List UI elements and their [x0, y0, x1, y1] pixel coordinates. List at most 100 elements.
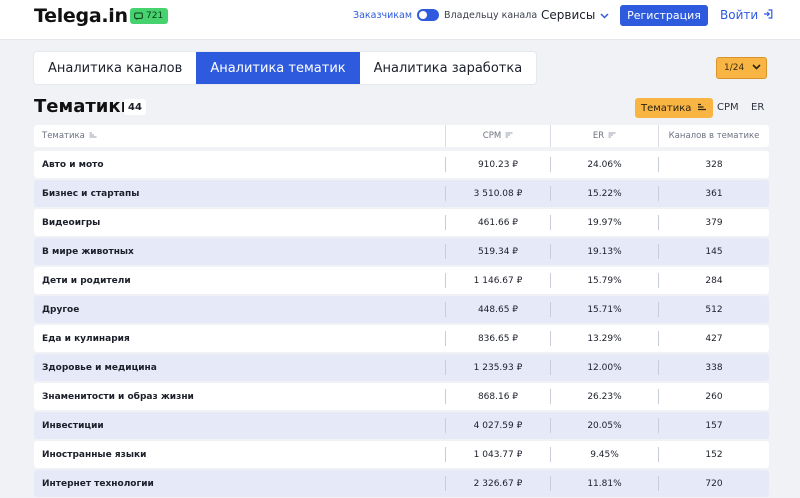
er-cell: 11.81% — [550, 476, 658, 491]
cpm-cell: 1 146.67 ₽ — [445, 273, 550, 288]
analytics-tabs: Аналитика каналов Аналитика тематик Анал… — [34, 52, 537, 84]
channels-count-cell: 284 — [658, 273, 769, 288]
topic-name-cell[interactable]: Иностранные языки — [34, 450, 445, 460]
services-menu[interactable]: Сервисы — [541, 8, 609, 22]
table-row[interactable]: Здоровье и медицина 1 235.93 ₽12.00% 338 — [34, 354, 769, 381]
sort-lines-icon — [89, 131, 97, 141]
topic-name-cell[interactable]: Другое — [34, 305, 445, 315]
sort-by-topic-button[interactable]: Тематика — [635, 98, 714, 118]
cpm-cell: 448.65 ₽ — [445, 302, 550, 317]
role-switch: Заказчикам Владельцу канала — [353, 9, 537, 21]
column-header-cpm-label: CPM — [482, 131, 502, 141]
channels-count-cell: 145 — [658, 244, 769, 259]
table-row[interactable]: Авто и мото 910.23 ₽24.06% 328 — [34, 151, 769, 178]
column-header-topic-label: Тематика — [42, 131, 85, 141]
topic-name-cell[interactable]: Авто и мото — [34, 160, 445, 170]
topic-name-cell[interactable]: Бизнес и стартапы — [34, 189, 445, 199]
sort-lines-icon — [505, 131, 513, 141]
er-cell: 19.97% — [550, 215, 658, 230]
er-cell: 24.06% — [550, 157, 658, 172]
sort-lines-icon — [697, 103, 707, 114]
cpm-cell: 868.16 ₽ — [445, 389, 550, 404]
table-row[interactable]: Инвестиции 4 027.59 ₽20.05% 157 — [34, 412, 769, 439]
column-header-channels: Каналов в тематике — [658, 125, 769, 147]
column-header-er[interactable]: ER — [550, 125, 658, 147]
table-row[interactable]: Дети и родители 1 146.67 ₽15.79% 284 — [34, 267, 769, 294]
topic-name-cell[interactable]: Видеоигры — [34, 218, 445, 228]
cpm-cell: 910.23 ₽ — [445, 157, 550, 172]
table-row[interactable]: Знаменитости и образ жизни 868.16 ₽26.23%… — [34, 383, 769, 410]
topics-table: Тематика CPM ER Каналов в тематике Авто … — [34, 125, 769, 497]
topic-name-cell[interactable]: Здоровье и медицина — [34, 363, 445, 373]
topic-name-cell[interactable]: Еда и кулинария — [34, 334, 445, 344]
sort-by-topic-label: Тематика — [641, 102, 692, 114]
online-badge-count: 721 — [146, 11, 164, 21]
er-cell: 20.05% — [550, 418, 658, 433]
channels-count-cell: 328 — [658, 157, 769, 172]
topic-name-cell[interactable]: Инвестиции — [34, 421, 445, 431]
tab-topics-analytics[interactable]: Аналитика тематик — [196, 52, 360, 84]
topic-name-cell[interactable]: Интернет технологии — [34, 479, 445, 489]
cpm-cell: 2 326.67 ₽ — [445, 476, 550, 491]
role-owner-label[interactable]: Владельцу канала — [444, 10, 537, 21]
er-cell: 15.71% — [550, 302, 658, 317]
channels-count-cell: 152 — [658, 447, 769, 462]
table-row[interactable]: Другое 448.65 ₽15.71% 512 — [34, 296, 769, 323]
table-row[interactable]: Бизнес и стартапы 3 510.08 ₽15.22% 361 — [34, 180, 769, 207]
sort-lines-icon — [608, 131, 616, 141]
channels-count-cell: 361 — [658, 186, 769, 201]
column-header-topic[interactable]: Тематика — [34, 131, 445, 141]
table-row[interactable]: Еда и кулинария 836.65 ₽13.29% 427 — [34, 325, 769, 352]
er-cell: 26.23% — [550, 389, 658, 404]
table-body: Авто и мото 910.23 ₽24.06% 328 Бизнес и ста… — [34, 151, 769, 497]
table-row[interactable]: Иностранные языки 1 043.77 ₽9.45% 152 — [34, 441, 769, 468]
topic-name-cell[interactable]: В мире животных — [34, 247, 445, 257]
table-row[interactable]: Видеоигры 461.66 ₽19.97% 379 — [34, 209, 769, 236]
cpm-cell: 461.66 ₽ — [445, 215, 550, 230]
tab-earnings-analytics[interactable]: Аналитика заработка — [360, 52, 537, 84]
top-header: Telega.in 721 Заказчикам Владельцу канал… — [0, 0, 800, 40]
sort-by-er-button[interactable]: ER — [751, 102, 764, 113]
register-button[interactable]: Регистрация — [620, 5, 708, 26]
login-link[interactable]: Войти — [720, 8, 773, 22]
cpm-cell: 519.34 ₽ — [445, 244, 550, 259]
column-header-channels-label: Каналов в тематике — [668, 131, 760, 141]
cpm-cell: 4 027.59 ₽ — [445, 418, 550, 433]
tab-channels-analytics[interactable]: Аналитика каналов — [34, 52, 196, 84]
site-logo[interactable]: Telega.in — [34, 5, 128, 27]
column-header-er-label: ER — [592, 131, 605, 141]
login-arrow-icon — [763, 8, 773, 22]
channels-count-cell: 260 — [658, 389, 769, 404]
er-cell: 19.13% — [550, 244, 658, 259]
er-cell: 13.29% — [550, 331, 658, 346]
table-row[interactable]: Интернет технологии 2 326.67 ₽11.81% 720 — [34, 470, 769, 497]
page-selector[interactable]: 1/24 — [716, 57, 767, 79]
role-toggle[interactable] — [417, 9, 440, 21]
services-label: Сервисы — [541, 8, 596, 22]
cpm-cell: 836.65 ₽ — [445, 331, 550, 346]
channels-count-cell: 157 — [658, 418, 769, 433]
page-selector-label: 1/24 — [724, 63, 745, 73]
channels-count-cell: 720 — [658, 476, 769, 491]
page-title: Тематики — [34, 96, 134, 117]
column-header-cpm[interactable]: CPM — [445, 125, 550, 147]
cpm-cell: 1 235.93 ₽ — [445, 360, 550, 375]
topic-name-cell[interactable]: Знаменитости и образ жизни — [34, 392, 445, 402]
er-cell: 15.79% — [550, 273, 658, 288]
cpm-cell: 3 510.08 ₽ — [445, 186, 550, 201]
er-cell: 12.00% — [550, 360, 658, 375]
channels-count-cell: 512 — [658, 302, 769, 317]
topic-name-cell[interactable]: Дети и родители — [34, 276, 445, 286]
table-row[interactable]: В мире животных 519.34 ₽19.13% 145 — [34, 238, 769, 265]
er-cell: 15.22% — [550, 186, 658, 201]
er-cell: 9.45% — [550, 447, 658, 462]
chevron-down-icon — [600, 8, 609, 22]
online-badge: 721 — [130, 8, 169, 24]
cpm-cell: 1 043.77 ₽ — [445, 447, 550, 462]
sort-by-cpm-button[interactable]: CPM — [717, 102, 739, 113]
channels-count-cell: 338 — [658, 360, 769, 375]
role-customers-label[interactable]: Заказчикам — [353, 10, 412, 21]
chevron-down-icon — [752, 63, 761, 73]
chat-icon — [134, 12, 143, 21]
topics-count-badge: 44 — [124, 99, 146, 115]
